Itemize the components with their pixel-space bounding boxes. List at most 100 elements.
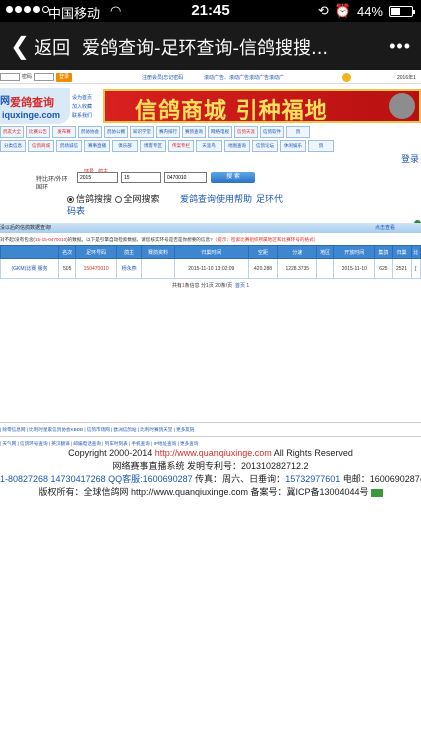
table-cell: 2521 (391, 258, 412, 279)
menu-item[interactable]: 鸽协公棚 (104, 126, 128, 138)
table-cell: [ (410, 258, 421, 279)
contact-us-link[interactable]: 联系我们 (72, 112, 92, 121)
menu-item[interactable]: 分类信息 (0, 140, 26, 152)
country-ring-label: 国环 (36, 185, 49, 191)
menu-item[interactable]: 赛事直播 (84, 140, 110, 152)
column-header: 分速 (277, 245, 318, 259)
footer-links: | 除零信息网 | 比利时星家信鸽协会KBDB | 信鸽市场网 | 欧洲信鸽站 … (0, 420, 421, 448)
menu-item[interactable]: 信鸽商城 (28, 140, 54, 152)
menu-item[interactable]: 信鸽论坛 (252, 140, 278, 152)
radio-web-search[interactable]: 全网搜索 (114, 194, 160, 204)
menu-item[interactable]: 鸽友大全 (0, 126, 24, 138)
table-row[interactable]: (GKM)比赛 服务 505 150470010 杨永燕 2015-11-10 13:0… (0, 258, 421, 279)
table-cell (316, 258, 335, 279)
column-header: 足环号码 (75, 245, 118, 259)
battery-icon (389, 5, 415, 17)
column-header: 鸽主 (116, 245, 143, 259)
radio-selected-icon (67, 196, 74, 204)
top-login-strip: 密码 登录 注册会员|忘记密码 滚动广告、滚动广告滚动广告滚动广 2016年1 (0, 70, 421, 84)
no-result-notice: 对不起!没有包含(15-15-0470010)的数据。以下是引擎自动检索数据，请… (0, 237, 319, 242)
menu-row-2: 分类信息 信鸽商城 鸽场诚信 赛事直播 俱乐部 博客专区 传案专栏 天涯鸟 地图查询 信鸽论坛 休闲… (0, 140, 421, 152)
menu-item[interactable]: 信鸽软件 (260, 126, 284, 138)
menu-item[interactable]: 鸽协协会 (78, 126, 102, 138)
site-logo[interactable]: 网 爱鸽查询 iquxinge.com (0, 88, 70, 124)
table-body: (GKM)比赛 服务 505 150470010 杨永燕 2015-11-10 13:0… (0, 258, 421, 279)
radio-pigeon-search[interactable]: 信鸽搜搜 (67, 194, 112, 204)
web-page: 密码 登录 注册会员|忘记密码 滚动广告、滚动广告滚动广告滚动广 2016年1 … (0, 70, 421, 750)
ring-number-input[interactable] (164, 172, 207, 183)
quick-links: 设为首页 加入收藏 联系我们 (72, 94, 92, 121)
pagination: 共有1条信息 分1页 20条/页 首页 1 (171, 283, 250, 289)
menu-item[interactable]: 发布赛 (52, 126, 76, 138)
set-homepage-link[interactable]: 设为首页 (72, 94, 92, 103)
coin-icon (342, 73, 351, 82)
username-field[interactable] (0, 73, 20, 81)
owner-info: 版权所有：全球信鸽网 http://www.quanqiuxinge.com 备… (0, 486, 421, 499)
add-favorite-link[interactable]: 加入收藏 (72, 103, 92, 112)
menu-item[interactable]: 赛内排行 (156, 126, 180, 138)
menu-item[interactable]: 比赛公告 (26, 126, 50, 138)
ring-code-link-continued[interactable]: 码表 (67, 204, 85, 217)
logo-title: 爱鸽查询 (10, 96, 54, 109)
logo-domain: iquxinge.com (2, 110, 61, 120)
column-header: 比 (410, 245, 421, 259)
menu-item[interactable]: 鸽场诚信 (56, 140, 82, 152)
table-cell: (GKM)比赛 服务 (0, 258, 60, 279)
menu-item[interactable]: 赛鸽查询 (182, 126, 206, 138)
navigation-bar: ❮ 返回 爱鸽查询-足环查询-信鸽搜搜... ••• (0, 22, 421, 70)
year-input[interactable] (77, 172, 118, 183)
column-header: 名次 (58, 245, 77, 259)
column-header: 归巢时间 (174, 245, 249, 259)
first-page-link[interactable]: 首页 (235, 283, 245, 289)
menu-item[interactable]: 休闲娱乐 (280, 140, 306, 152)
verified-badge-icon (370, 488, 383, 497)
battery-percent: 44% (356, 3, 383, 19)
view-link[interactable]: 点击查看 (375, 223, 395, 233)
banner-text: 信鸽商城 引种福地 (135, 99, 328, 124)
result-header-bar: 没以后的信鸽数据查询! 点击查看 (0, 223, 421, 233)
region-input[interactable] (121, 172, 161, 183)
password-field[interactable] (34, 73, 54, 81)
menu-item[interactable]: 地图查询 (224, 140, 250, 152)
alarm-icon: ⏰ (334, 3, 351, 18)
table-cell (141, 258, 175, 279)
back-button[interactable]: ❮ 返回 (10, 34, 70, 60)
copyright: Copyright 2000-2014 http://www.quanqiuxi… (68, 448, 353, 458)
menu-item[interactable]: 天涯鸟 (196, 140, 222, 152)
table-cell: 1228.3735 (277, 258, 318, 279)
table-cell: 2015-11-10 (333, 258, 376, 279)
menu-item[interactable]: 博客专区 (140, 140, 166, 152)
column-header: 空距 (247, 245, 279, 259)
menu-item[interactable]: 知识学堂 (130, 126, 154, 138)
search-button[interactable]: 搜 索 (211, 172, 255, 183)
ad-banner[interactable]: 信鸽商城 引种福地 (103, 89, 421, 124)
register-links[interactable]: 注册会员|忘记密码 (142, 74, 183, 81)
footer: Copyright 2000-2014 http://www.quanqiuxi… (0, 447, 421, 499)
result-header-text: 没以后的信鸽数据查询! (0, 225, 52, 231)
menu-row-1: 鸽友大全 比赛公告 发布赛 鸽协协会 鸽协公棚 知识学堂 赛内排行 赛鸽查询 网络电视 信鸽天涯信… (0, 126, 421, 138)
page-1-link[interactable]: 1 (246, 283, 249, 289)
promo-ticker[interactable]: 滚动广告、滚动广告滚动广告滚动广 (204, 74, 284, 81)
table-cell[interactable]: 杨永燕 (116, 258, 143, 279)
column-header: 归巢 (391, 245, 412, 259)
table-cell[interactable]: 150470010 (75, 258, 118, 279)
menu-item[interactable]: 鸽 (286, 126, 310, 138)
column-header: 赛鸽资料 (141, 245, 175, 259)
menu-item[interactable]: 网络电视 (208, 126, 232, 138)
back-label: 返回 (34, 38, 71, 58)
table-cell: 505 (58, 258, 77, 279)
login-button[interactable]: 登录 (56, 73, 72, 82)
menu-item[interactable]: 鸽 (308, 140, 334, 152)
help-link[interactable]: 爱鸽查询使用帮助 (180, 192, 252, 205)
friend-links[interactable]: | 除零信息网 | 比利时星家信鸽协会KBDB | 信鸽市场网 | 欧洲信鸽站 … (0, 426, 421, 434)
patent-info: 网络赛事直播系统 发明专利号：201310282712.2 (112, 461, 309, 471)
more-menu-button[interactable]: ••• (389, 36, 411, 57)
table-header-row: 名次 足环号码 鸽主 赛鸽资料 归巢时间 空距 分速 地区 开放时间 集鸽 归巢比 (0, 245, 421, 259)
date-label: 2016年1 (397, 75, 416, 81)
ring-code-link[interactable]: 足环代 (256, 192, 283, 205)
menu-item[interactable]: 俱乐部 (112, 140, 138, 152)
pigeon-image (389, 93, 415, 119)
menu-item[interactable]: 传案专栏 (168, 140, 194, 152)
table-cell: 2015-11-10 13:02:09 (174, 258, 249, 279)
menu-item[interactable]: 信鸽天涯 (234, 126, 258, 138)
